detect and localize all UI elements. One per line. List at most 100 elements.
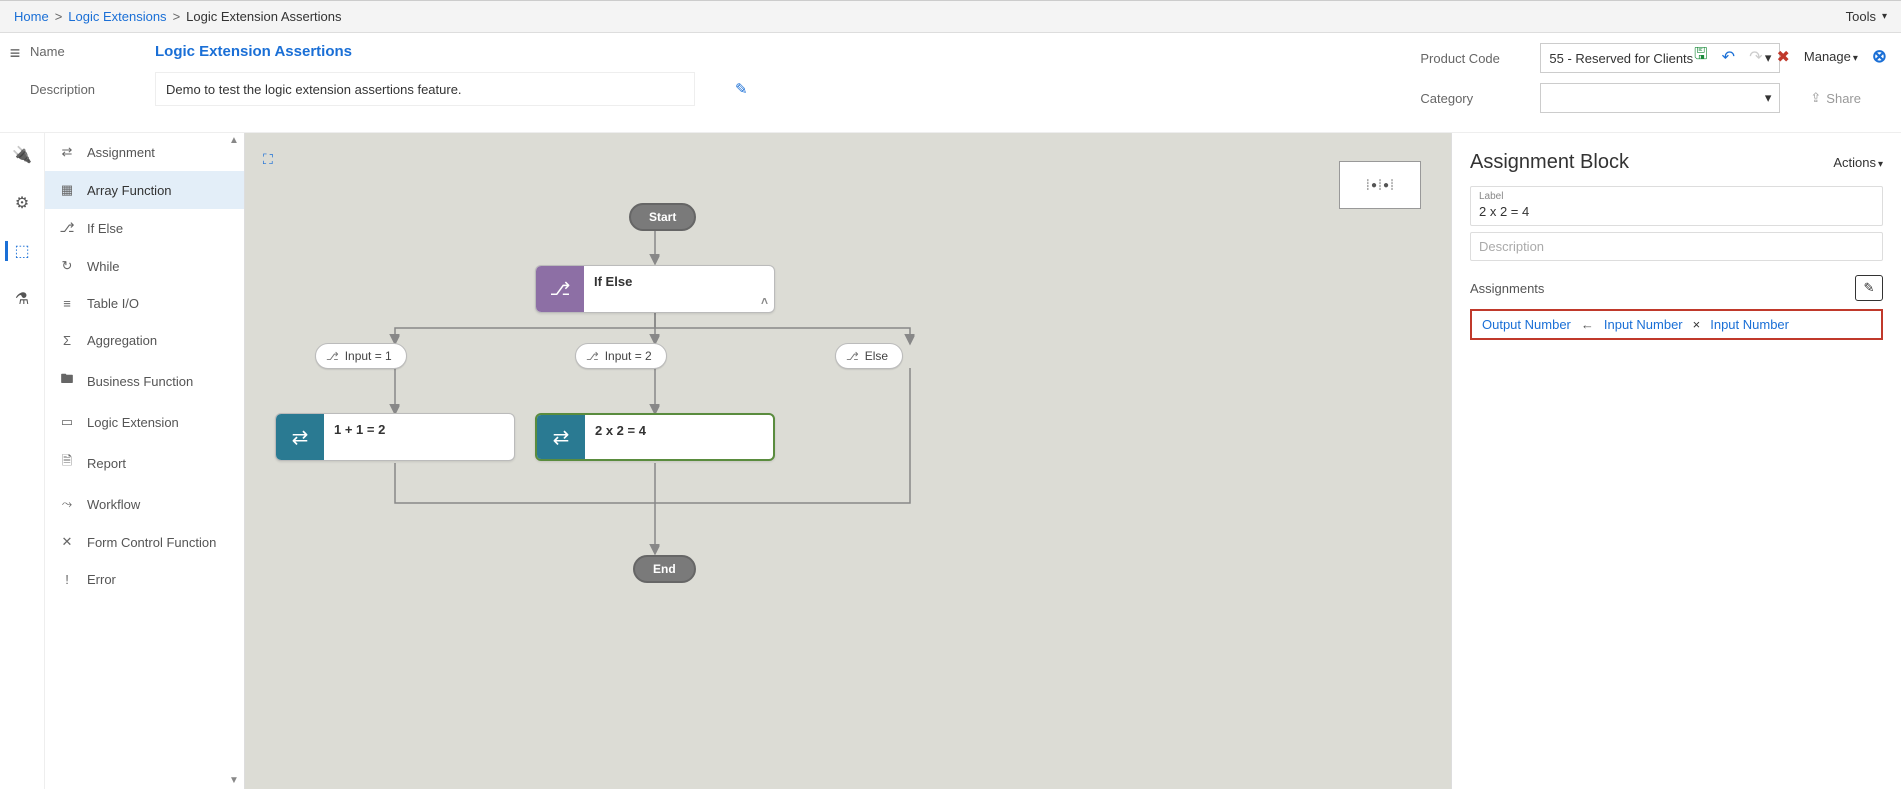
label-field-value: 2 x 2 = 4 bbox=[1479, 202, 1874, 221]
tools-menu[interactable]: Tools bbox=[1846, 9, 1887, 24]
icon-rail: 🔌 ⚙ ⬚ ⚗ bbox=[0, 133, 45, 789]
description-label: Description bbox=[30, 82, 125, 97]
palette-label: Form Control Function bbox=[87, 535, 216, 550]
description-field[interactable]: Description bbox=[1470, 232, 1883, 261]
branch-icon: ⎇ bbox=[59, 220, 75, 236]
rect-icon: ▭ bbox=[59, 414, 75, 430]
scroll-down-icon[interactable]: ▼ bbox=[228, 775, 240, 787]
palette-label: Assignment bbox=[87, 145, 155, 160]
name-value[interactable]: Logic Extension Assertions bbox=[155, 43, 352, 60]
description-placeholder: Description bbox=[1479, 237, 1874, 256]
product-code-value: 55 - Reserved for Clients bbox=[1549, 51, 1693, 66]
edit-assignments-button[interactable]: ✎ bbox=[1855, 275, 1883, 301]
palette-item-business-function[interactable]: 🖿 Business Function bbox=[45, 359, 244, 403]
inspector-panel: Assignment Block Actions Label 2 x 2 = 4… bbox=[1451, 133, 1901, 789]
rail-flask-icon[interactable]: ⚗ bbox=[15, 289, 29, 309]
report-icon: 🗎 bbox=[59, 452, 75, 474]
palette-item-logic-extension[interactable]: ▭Logic Extension bbox=[45, 403, 244, 441]
palette-item-workflow[interactable]: ⤳ Workflow bbox=[45, 485, 244, 523]
rail-plug-icon[interactable]: 🔌 bbox=[12, 145, 32, 165]
palette-item-report[interactable]: 🗎 Report bbox=[45, 441, 244, 485]
header-form: ≡ Name Logic Extension Assertions Descri… bbox=[0, 33, 1901, 132]
ifelse-node[interactable]: ⎇ If Else˄ bbox=[535, 265, 775, 313]
palette-item-table-io[interactable]: ≡Table I/O bbox=[45, 285, 244, 322]
assignment-icon: ⇄ bbox=[59, 144, 75, 160]
branch-input-2[interactable]: ⎇Input = 2 bbox=[575, 343, 667, 369]
name-label: Name bbox=[30, 44, 125, 59]
palette-label: Business Function bbox=[87, 374, 193, 389]
branch-label-text: Input = 1 bbox=[345, 349, 392, 363]
palette-label: Workflow bbox=[87, 497, 140, 512]
branch-input-1[interactable]: ⎇ Input = 1 bbox=[315, 343, 407, 369]
tools-icon: ✕ bbox=[59, 534, 75, 550]
undo-icon[interactable]: ↶ bbox=[1722, 47, 1735, 67]
scroll-up-icon[interactable]: ▲ bbox=[228, 135, 240, 147]
assignment-node-label: 2 x 2 = 4 bbox=[585, 415, 773, 459]
palette-item-form-control[interactable]: ✕ Form Control Function bbox=[45, 523, 244, 561]
description-input[interactable] bbox=[155, 72, 695, 106]
palette-label: If Else bbox=[87, 221, 123, 236]
assignment-output[interactable]: Output Number bbox=[1482, 317, 1571, 332]
workflow-icon: ⤳ bbox=[59, 496, 75, 512]
palette-item-while[interactable]: ↻ While bbox=[45, 247, 244, 285]
product-code-label: Product Code bbox=[1420, 51, 1520, 66]
end-label: End bbox=[633, 555, 696, 583]
bang-icon: ! bbox=[59, 572, 75, 587]
branch-icon: ⎇ bbox=[326, 350, 339, 363]
palette-label: Error bbox=[87, 572, 116, 587]
palette-item-array-function[interactable]: ▦Array Function bbox=[45, 171, 244, 209]
assignment-node-icon: ⇄ bbox=[537, 415, 585, 459]
briefcase-icon: 🖿 bbox=[59, 370, 75, 392]
rail-flow-icon[interactable]: ⬚ bbox=[5, 241, 29, 261]
loop-icon: ↻ bbox=[59, 258, 75, 274]
palette-item-if-else[interactable]: ⎇ If Else bbox=[45, 209, 244, 247]
breadcrumb-logic-extensions[interactable]: Logic Extensions bbox=[68, 9, 166, 24]
assignment-expression[interactable]: Output Number ← Input Number × Input Num… bbox=[1470, 309, 1883, 340]
edit-description-icon[interactable]: ✎ bbox=[735, 80, 748, 98]
palette-item-aggregation[interactable]: ΣAggregation bbox=[45, 322, 244, 359]
start-node[interactable]: Start bbox=[629, 203, 696, 231]
breadcrumb-sep: > bbox=[55, 9, 63, 24]
assignment-node-2[interactable]: ⇄ 2 x 2 = 4 bbox=[535, 413, 775, 461]
delete-icon[interactable]: ✖ bbox=[1776, 47, 1789, 67]
close-icon[interactable]: ⊗ bbox=[1872, 46, 1887, 67]
breadcrumb-current: Logic Extension Assertions bbox=[186, 9, 341, 24]
ifelse-node-label: If Else˄ bbox=[584, 266, 774, 312]
minimap[interactable]: ┊●┊●┊ bbox=[1339, 161, 1421, 209]
collapse-icon[interactable]: ˄ bbox=[761, 294, 768, 308]
assignments-heading: Assignments bbox=[1470, 281, 1544, 296]
flow-canvas[interactable]: ⛶ ┊●┊●┊ Start ⎇ If Else˄ ⎇Input = 1 ⎇Inp… bbox=[245, 133, 1451, 789]
breadcrumb-home[interactable]: Home bbox=[14, 9, 49, 24]
branch-label-text: Else bbox=[865, 349, 888, 363]
rail-gears-icon[interactable]: ⚙ bbox=[15, 193, 29, 213]
save-icon[interactable]: 🖫 bbox=[1694, 43, 1708, 70]
assignment-input-1[interactable]: Input Number bbox=[1604, 317, 1683, 332]
redo-icon[interactable]: ↷ bbox=[1749, 47, 1762, 67]
chevron-down-icon: ▾ bbox=[1765, 90, 1772, 106]
palette-label: Array Function bbox=[87, 183, 172, 198]
ifelse-node-icon: ⎇ bbox=[536, 266, 584, 312]
category-select[interactable]: ▾ bbox=[1540, 83, 1780, 113]
assignment-node-icon: ⇄ bbox=[276, 414, 324, 460]
breadcrumb: Home > Logic Extensions > Logic Extensio… bbox=[14, 9, 342, 24]
category-label: Category bbox=[1420, 91, 1520, 106]
palette-item-error[interactable]: ! Error bbox=[45, 561, 244, 598]
expand-icon[interactable]: ⛶ bbox=[263, 151, 273, 168]
branch-label-text: Input = 2 bbox=[605, 349, 652, 363]
toolbar-icons: 🖫 ↶ ↷ ✖ Manage ⊗ bbox=[1694, 43, 1887, 70]
end-node[interactable]: End bbox=[633, 555, 696, 583]
label-field[interactable]: Label 2 x 2 = 4 bbox=[1470, 186, 1883, 226]
palette-label: Table I/O bbox=[87, 296, 139, 311]
palette-label: Report bbox=[87, 456, 126, 471]
assignment-node-1[interactable]: ⇄ 1 + 1 = 2 bbox=[275, 413, 515, 461]
actions-menu[interactable]: Actions bbox=[1833, 155, 1883, 170]
assignment-input-2[interactable]: Input Number bbox=[1710, 317, 1789, 332]
hamburger-icon[interactable]: ≡ bbox=[0, 43, 30, 64]
assignment-node-label: 1 + 1 = 2 bbox=[324, 414, 514, 460]
manage-menu[interactable]: Manage bbox=[1804, 49, 1858, 64]
palette-item-assignment[interactable]: ⇄ Assignment bbox=[45, 133, 244, 171]
arrow-left-icon: ← bbox=[1581, 317, 1594, 332]
share-button[interactable]: ⇪ Share bbox=[1810, 90, 1861, 106]
branch-else[interactable]: ⎇Else bbox=[835, 343, 903, 369]
palette-label: While bbox=[87, 259, 120, 274]
